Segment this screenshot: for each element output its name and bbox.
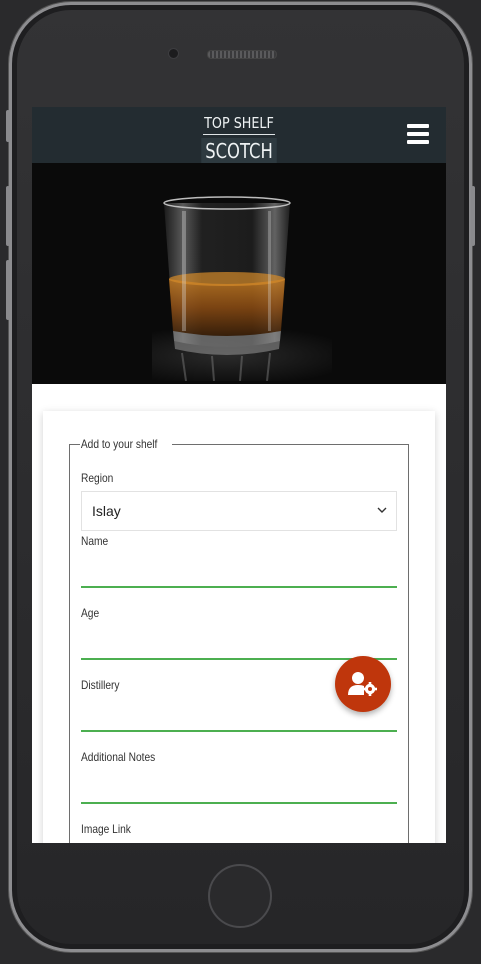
phone-camera xyxy=(168,48,179,59)
menu-icon[interactable] xyxy=(407,124,429,144)
additional-notes-input[interactable] xyxy=(81,770,397,804)
whisky-glass-illustration xyxy=(152,196,332,381)
phone-volume-down xyxy=(6,260,10,320)
form-card: Add to your shelf Region Islay Name Age … xyxy=(43,411,435,843)
add-whisky-fieldset: Add to your shelf Region Islay Name Age … xyxy=(69,437,409,843)
name-input[interactable] xyxy=(81,554,397,588)
brand-logo[interactable]: TOP SHELF SCOTCH xyxy=(197,113,281,170)
image-link-label: Image Link xyxy=(81,822,131,836)
region-select[interactable]: Islay xyxy=(81,491,397,531)
user-settings-fab[interactable] xyxy=(335,656,391,712)
additional-notes-label: Additional Notes xyxy=(81,750,156,764)
chevron-down-icon xyxy=(377,507,387,513)
fieldset-legend: Add to your shelf xyxy=(80,437,158,451)
region-select-value: Islay xyxy=(92,503,121,519)
user-cog-icon xyxy=(348,672,377,696)
phone-speaker xyxy=(207,50,277,59)
logo-bottom-text: SCOTCH xyxy=(201,138,277,164)
name-label: Name xyxy=(81,534,109,548)
phone-power-button xyxy=(471,186,475,246)
phone-home-button xyxy=(208,864,272,928)
region-label: Region xyxy=(81,471,114,485)
logo-divider xyxy=(203,134,275,135)
age-input[interactable] xyxy=(81,626,397,660)
main-content: Add to your shelf Region Islay Name Age … xyxy=(32,384,446,843)
hero-image xyxy=(32,163,446,384)
distillery-label: Distillery xyxy=(81,678,120,692)
navbar: TOP SHELF SCOTCH xyxy=(32,107,446,164)
screen: TOP SHELF SCOTCH Add to your shelf Regio… xyxy=(32,107,446,843)
phone-volume-up xyxy=(6,186,10,246)
phone-side-button xyxy=(6,110,10,142)
age-label: Age xyxy=(81,606,100,620)
logo-top-text: TOP SHELF xyxy=(204,114,274,132)
